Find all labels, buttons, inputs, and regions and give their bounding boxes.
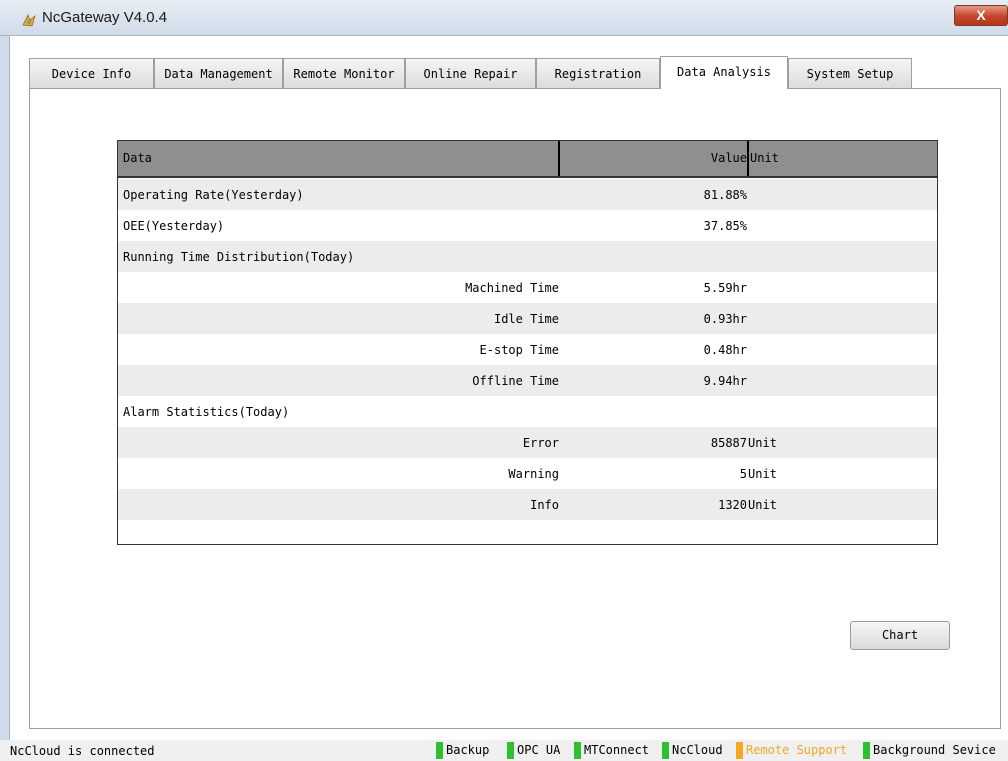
row-unit: Unit <box>748 498 777 512</box>
table-row[interactable]: Info 1320 Unit <box>118 489 937 520</box>
column-separator[interactable] <box>747 141 749 176</box>
row-sub-label: E-stop Time <box>479 343 559 357</box>
service-nccloud: NcCloud <box>662 742 723 759</box>
row-sub-label: Idle Time <box>493 312 559 326</box>
header-unit: Unit <box>750 151 779 165</box>
status-led-icon <box>736 742 743 759</box>
connection-status: NcCloud is connected <box>10 744 155 758</box>
header-value: Value <box>710 151 747 165</box>
tab-device-info[interactable]: Device Info <box>29 58 154 88</box>
tab-online-repair[interactable]: Online Repair <box>405 58 536 88</box>
service-remote-support: Remote Support <box>736 742 847 759</box>
header-data: Data <box>123 151 152 165</box>
row-data-label: OEE(Yesterday) <box>123 219 225 233</box>
status-led-icon <box>863 742 870 759</box>
service-label: Backup <box>446 743 490 757</box>
chart-button[interactable]: Chart <box>850 621 950 650</box>
table-row[interactable]: E-stop Time 0.48hr <box>118 334 937 365</box>
tab-data-management[interactable]: Data Management <box>154 58 283 88</box>
row-value: 1320 <box>718 498 747 512</box>
service-mtconnect: MTConnect <box>574 742 649 759</box>
row-sub-label: Offline Time <box>472 374 559 388</box>
tab-registration[interactable]: Registration <box>536 58 660 88</box>
table-row[interactable]: OEE(Yesterday) 37.85% <box>118 210 937 241</box>
service-opc-ua: OPC UA <box>507 742 560 759</box>
row-value: 0.48hr <box>703 343 747 357</box>
table-row[interactable]: Warning 5 Unit <box>118 458 937 489</box>
status-led-icon <box>507 742 514 759</box>
table-row[interactable]: Machined Time 5.59hr <box>118 272 937 303</box>
tab-remote-monitor[interactable]: Remote Monitor <box>283 58 405 88</box>
row-data-label: Running Time Distribution(Today) <box>123 250 355 264</box>
row-value: 9.94hr <box>703 374 747 388</box>
close-button[interactable]: X <box>954 5 1008 26</box>
status-led-icon <box>436 742 443 759</box>
window-title: NcGateway V4.0.4 <box>42 9 168 26</box>
data-table: Data Value Unit Operating Rate(Yesterday… <box>117 140 938 545</box>
row-data-label: Operating Rate(Yesterday) <box>123 188 304 202</box>
status-bar: NcCloud is connected Backup OPC UA MTCon… <box>0 740 1008 761</box>
tab-system-setup[interactable]: System Setup <box>788 58 912 88</box>
row-data-label: Alarm Statistics(Today) <box>123 405 290 419</box>
service-label: NcCloud <box>672 743 723 757</box>
row-value: 85887 <box>710 436 747 450</box>
row-value: 5.59hr <box>703 281 747 295</box>
column-separator[interactable] <box>558 141 560 176</box>
status-led-icon <box>662 742 669 759</box>
table-row[interactable]: Error 85887 Unit <box>118 427 937 458</box>
row-sub-label: Error <box>522 436 559 450</box>
row-unit: Unit <box>748 467 777 481</box>
table-row[interactable]: Idle Time 0.93hr <box>118 303 937 334</box>
table-header: Data Value Unit <box>118 141 937 178</box>
service-label: OPC UA <box>517 743 561 757</box>
app-logo-icon <box>22 14 36 27</box>
window-left-border <box>0 36 10 740</box>
title-bar: NcGateway V4.0.4 X <box>0 0 1008 36</box>
service-label: Background Sevice <box>873 743 996 757</box>
service-label: Remote Support <box>746 743 848 757</box>
status-led-icon <box>574 742 581 759</box>
row-sub-label: Machined Time <box>465 281 559 295</box>
row-value: 5 <box>739 467 747 481</box>
row-value: 81.88% <box>703 188 747 202</box>
service-backup: Backup <box>436 742 489 759</box>
tab-data-analysis[interactable]: Data Analysis <box>660 56 788 89</box>
table-row[interactable]: Running Time Distribution(Today) <box>118 241 937 272</box>
row-value: 0.93hr <box>703 312 747 326</box>
row-sub-label: Info <box>530 498 559 512</box>
service-background: Background Sevice <box>863 742 996 759</box>
table-row[interactable]: Offline Time 9.94hr <box>118 365 937 396</box>
table-row[interactable]: Operating Rate(Yesterday) 81.88% <box>118 179 937 210</box>
row-sub-label: Warning <box>508 467 559 481</box>
table-row[interactable]: Alarm Statistics(Today) <box>118 396 937 427</box>
row-value: 37.85% <box>703 219 747 233</box>
service-label: MTConnect <box>584 743 650 757</box>
row-unit: Unit <box>748 436 777 450</box>
